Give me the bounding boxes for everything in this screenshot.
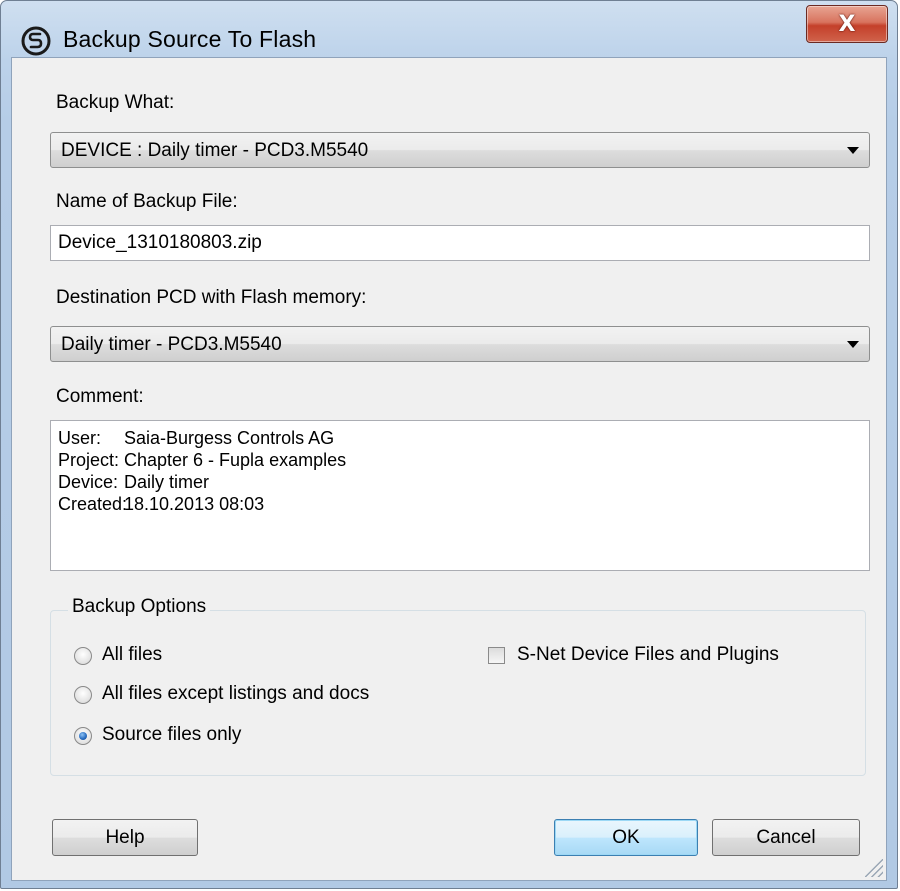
radio-all-files-label[interactable]: All files (102, 644, 162, 666)
radio-selected-dot (79, 732, 87, 740)
comment-line: Device: Daily timer (58, 471, 346, 493)
comment-key: Created: (58, 494, 128, 514)
comment-label: Comment: (56, 386, 144, 407)
destination-value: Daily timer - PCD3.M5540 (61, 334, 282, 355)
comment-textarea[interactable]: User: Saia-Burgess Controls AG Project: Ch… (50, 420, 870, 571)
cancel-button[interactable]: Cancel (712, 819, 860, 856)
backup-file-label: Name of Backup File: (56, 191, 238, 212)
backup-file-value: Device_1310180803.zip (58, 232, 262, 253)
backup-what-label: Backup What: (56, 92, 175, 113)
radio-all-files[interactable] (74, 647, 92, 665)
backup-what-dropdown[interactable]: DEVICE : Daily timer - PCD3.M5540 (50, 132, 870, 168)
comment-line: User: Saia-Burgess Controls AG (58, 427, 346, 449)
radio-source-only[interactable] (74, 727, 92, 745)
radio-source-only-label[interactable]: Source files only (102, 724, 241, 746)
comment-line: Created: 18.10.2013 08:03 (58, 493, 346, 515)
comment-value: Chapter 6 - Fupla examples (124, 450, 347, 470)
snet-device-files-label[interactable]: S-Net Device Files and Plugins (517, 644, 779, 666)
comment-value: Daily timer (124, 472, 210, 492)
window-title: Backup Source To Flash (63, 26, 317, 52)
dialog-body: Backup What: DEVICE : Daily timer - PCD3… (11, 57, 887, 881)
comment-text: User: Saia-Burgess Controls AG Project: Ch… (58, 427, 346, 515)
comment-line: Project: Chapter 6 - Fupla examples (58, 449, 346, 471)
destination-dropdown[interactable]: Daily timer - PCD3.M5540 (50, 326, 870, 362)
backup-what-value: DEVICE : Daily timer - PCD3.M5540 (61, 140, 369, 161)
destination-label: Destination PCD with Flash memory: (56, 287, 367, 308)
ok-button[interactable]: OK (554, 819, 698, 856)
comment-key: User: (58, 428, 102, 448)
comment-value: Saia-Burgess Controls AG (124, 428, 335, 448)
comment-value: 18.10.2013 08:03 (124, 494, 265, 514)
snet-device-files-checkbox[interactable] (488, 647, 505, 664)
radio-all-except-listings-label[interactable]: All files except listings and docs (102, 683, 369, 705)
saia-s-icon (21, 26, 51, 56)
resize-grip-icon[interactable] (865, 859, 883, 877)
chevron-down-icon (847, 341, 859, 348)
comment-key: Project: (58, 450, 120, 470)
comment-key: Device: (58, 472, 119, 492)
close-button[interactable]: X (806, 5, 888, 43)
radio-all-except-listings[interactable] (74, 686, 92, 704)
help-button[interactable]: Help (52, 819, 198, 856)
chevron-down-icon (847, 147, 859, 154)
backup-file-input[interactable]: Device_1310180803.zip (50, 225, 870, 261)
close-icon: X (838, 11, 856, 37)
backup-options-title: Backup Options (68, 596, 211, 618)
dialog-window: Backup Source To Flash X Backup What: DE… (0, 0, 898, 889)
